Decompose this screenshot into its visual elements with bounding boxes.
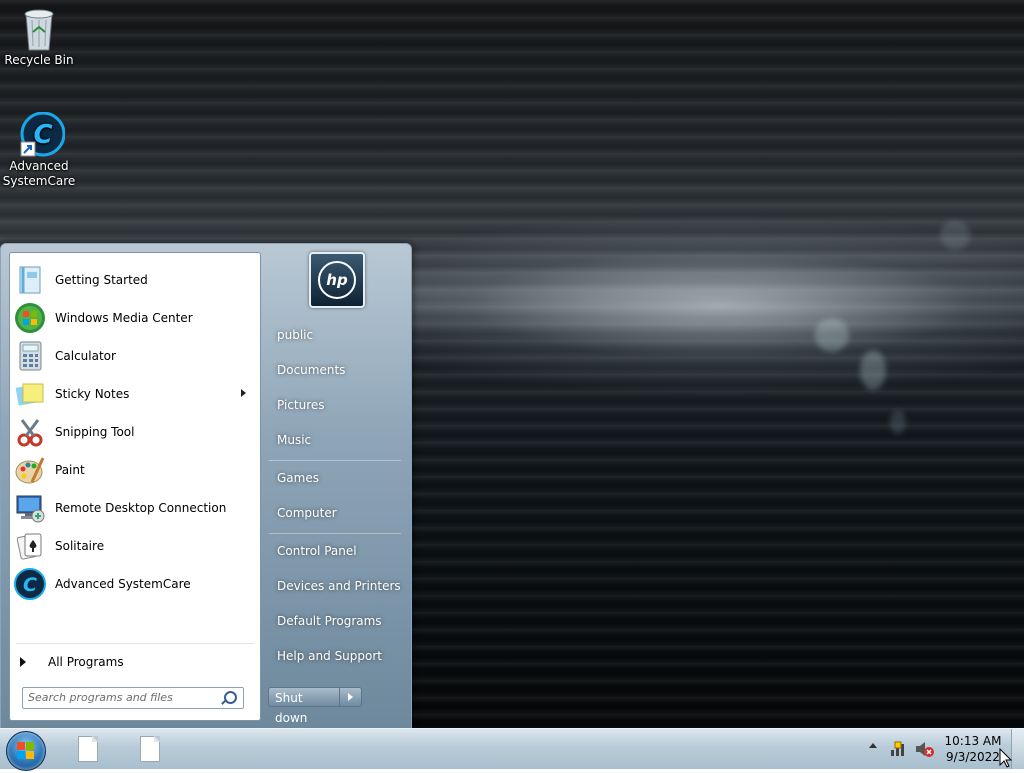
program-item-label: Windows Media Center <box>55 311 193 325</box>
right-item-label: Documents <box>277 363 346 377</box>
right-item-music[interactable]: Music <box>269 427 403 453</box>
hp-logo-icon: hp <box>318 261 356 299</box>
divider <box>269 533 401 534</box>
start-button[interactable] <box>6 731 46 771</box>
program-item-solitaire[interactable]: Solitaire <box>12 528 258 564</box>
right-item-default-programs[interactable]: Default Programs <box>269 608 403 634</box>
program-item-label: Solitaire <box>55 539 105 553</box>
right-item-label: Music <box>277 433 312 447</box>
right-item-games[interactable]: Games <box>269 465 403 491</box>
program-item-label: Paint <box>55 463 85 477</box>
windows-logo-icon <box>17 742 34 759</box>
calculator-icon <box>14 340 46 372</box>
program-item-remote-desktop-connection[interactable]: Remote Desktop Connection <box>12 490 258 526</box>
desktop-icon-label: Advanced SystemCare <box>2 159 76 188</box>
document-icon <box>78 736 98 762</box>
all-programs-button[interactable]: All Programs <box>18 651 254 673</box>
light-bokeh <box>815 318 849 352</box>
right-item-label: Computer <box>277 506 337 520</box>
getting-started-icon <box>14 264 46 296</box>
clock-time: 10:13 AM <box>944 734 1002 748</box>
windows-media-center-icon <box>14 302 46 334</box>
light-bokeh <box>940 220 970 250</box>
advanced-systemcare-icon: C <box>14 568 46 600</box>
divider <box>269 460 401 461</box>
program-item-calculator[interactable]: Calculator <box>12 338 258 374</box>
shutdown-options-button[interactable] <box>340 687 362 707</box>
program-item-label: Calculator <box>55 349 116 363</box>
search-input[interactable] <box>23 688 218 706</box>
right-item-documents[interactable]: Documents <box>269 357 403 383</box>
right-item-pictures[interactable]: Pictures <box>269 392 403 418</box>
desktop-icon-label: Recycle Bin <box>4 53 74 67</box>
right-item-label: public <box>277 328 314 342</box>
taskbar-pinned-document[interactable] <box>136 735 164 765</box>
advanced-systemcare-icon: C <box>19 111 66 157</box>
program-item-snipping-tool[interactable]: Snipping Tool <box>12 414 258 450</box>
all-programs-label: All Programs <box>48 655 124 669</box>
search-box[interactable] <box>22 687 244 709</box>
taskbar-pinned-document[interactable] <box>74 735 102 765</box>
program-item-windows-media-center[interactable]: Windows Media Center <box>12 300 258 336</box>
show-hidden-icons-icon[interactable] <box>869 743 877 748</box>
user-picture[interactable]: hp <box>309 252 365 308</box>
svg-text:C: C <box>33 120 52 150</box>
shutdown-button[interactable]: Shut down <box>268 687 340 725</box>
svg-text:C: C <box>23 574 37 596</box>
right-item-help-and-support[interactable]: Help and Support <box>269 643 403 669</box>
right-item-computer[interactable]: Computer <box>269 500 403 526</box>
snipping-tool-icon <box>14 416 46 448</box>
right-item-devices-and-printers[interactable]: Devices and Printers <box>269 573 403 599</box>
right-item-label: Devices and Printers <box>277 579 401 593</box>
program-item-label: Getting Started <box>55 273 148 287</box>
solitaire-icon <box>14 530 46 562</box>
remote-desktop-icon <box>14 492 46 524</box>
light-bokeh <box>860 350 886 390</box>
shutdown-group: Shut down <box>268 687 362 725</box>
sticky-notes-icon <box>14 378 46 410</box>
right-item-control-panel[interactable]: Control Panel <box>269 538 403 564</box>
document-icon <box>140 736 160 762</box>
desktop-icon-recycle-bin[interactable]: Recycle Bin <box>0 6 78 68</box>
program-item-advanced-systemcare[interactable]: C Advanced SystemCare <box>12 566 258 602</box>
right-item-label: Pictures <box>277 398 325 412</box>
paint-icon <box>14 454 46 486</box>
taskbar: 10:13 AM 9/3/2022 <box>0 728 1024 771</box>
program-item-getting-started[interactable]: Getting Started <box>12 262 258 298</box>
program-item-sticky-notes[interactable]: Sticky Notes <box>12 376 258 412</box>
right-item-label: Games <box>277 471 319 485</box>
submenu-arrow-icon[interactable] <box>241 389 246 397</box>
recycle-bin-icon <box>19 6 59 51</box>
program-item-label: Remote Desktop Connection <box>55 501 227 515</box>
program-item-paint[interactable]: Paint <box>12 452 258 488</box>
right-item-label: Default Programs <box>277 614 382 628</box>
program-item-label: Advanced SystemCare <box>55 577 191 591</box>
search-icon[interactable] <box>224 691 237 704</box>
desktop-icon-advanced-systemcare[interactable]: C Advanced SystemCare <box>0 111 78 189</box>
network-icon[interactable] <box>890 740 908 758</box>
program-item-label: Snipping Tool <box>55 425 135 439</box>
clock-date: 9/3/2022 <box>946 750 1000 764</box>
right-item-label: Control Panel <box>277 544 357 558</box>
divider <box>16 643 254 644</box>
volume-muted-icon[interactable] <box>914 740 934 758</box>
light-bokeh <box>890 410 906 434</box>
right-item-public[interactable]: public <box>269 322 403 348</box>
program-item-label: Sticky Notes <box>55 387 130 401</box>
right-item-label: Help and Support <box>277 649 382 663</box>
start-menu: Getting Started Windows Media Center Cal… <box>0 243 412 729</box>
mouse-cursor-icon <box>999 747 1013 768</box>
start-menu-programs-pane: Getting Started Windows Media Center Cal… <box>9 252 261 721</box>
expand-arrow-icon <box>20 657 26 667</box>
system-clock[interactable]: 10:13 AM 9/3/2022 <box>938 733 1008 765</box>
